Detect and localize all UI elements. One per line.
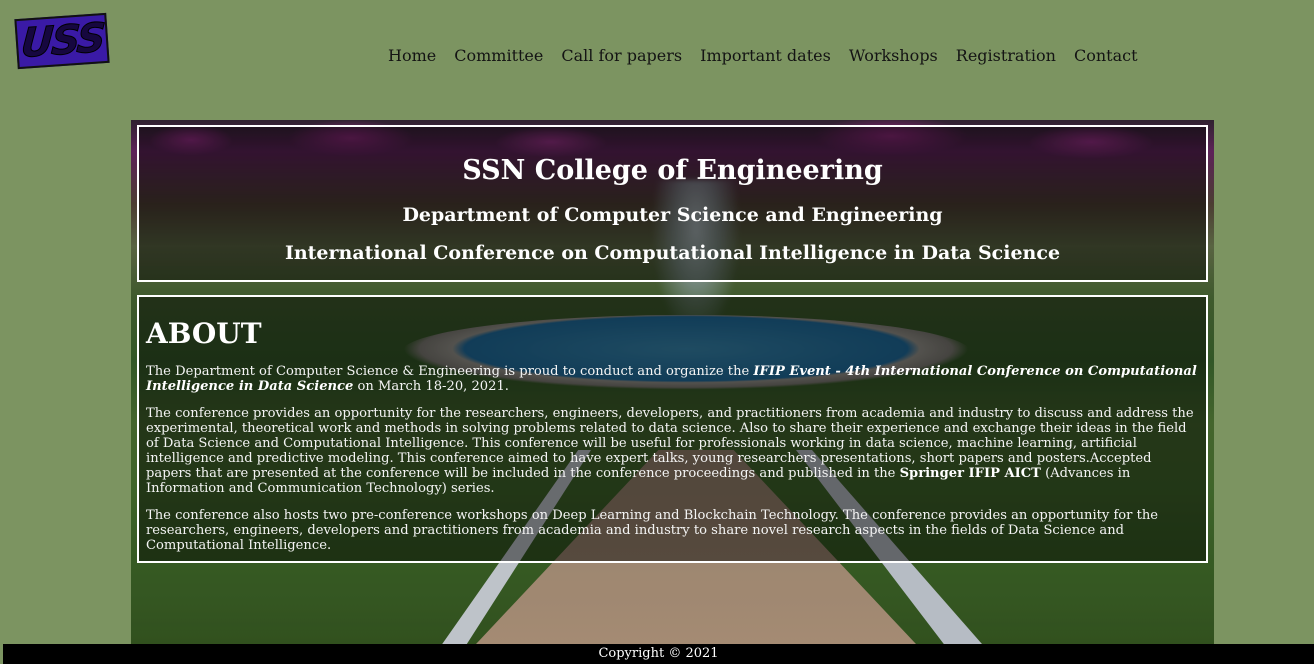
about-paragraph-2: The conference provides an opportunity f… [146,406,1200,496]
footer: Copyright © 2021 [3,644,1314,664]
about-p1-text: The Department of Computer Science & Eng… [146,364,754,379]
site-logo[interactable]: USS [14,12,110,70]
conference-title: International Conference on Computationa… [284,242,1061,264]
nav-registration[interactable]: Registration [956,46,1056,65]
department-title: Department of Computer Science and Engin… [402,204,943,226]
about-paragraph-1: The Department of Computer Science & Eng… [146,364,1200,394]
copyright-text: Copyright © 2021 [598,646,719,661]
logo-text: USS [19,14,106,68]
about-p1-date: on March 18-20, 2021. [353,379,509,394]
nav-call-for-papers[interactable]: Call for papers [561,46,682,65]
hero-banner: SSN College of Engineering Department of… [137,125,1208,282]
nav-home[interactable]: Home [388,46,436,65]
main-nav: Home Committee Call for papers Important… [388,46,1138,65]
publisher-name: Springer IFIP AICT [899,466,1041,481]
about-paragraph-3: The conference also hosts two pre-confer… [146,508,1159,553]
about-section: ABOUT The Department of Computer Science… [137,295,1208,563]
college-title: SSN College of Engineering [462,155,883,186]
nav-contact[interactable]: Contact [1074,46,1138,65]
about-heading: ABOUT [146,317,262,350]
nav-important-dates[interactable]: Important dates [700,46,831,65]
nav-workshops[interactable]: Workshops [849,46,938,65]
nav-committee[interactable]: Committee [454,46,543,65]
